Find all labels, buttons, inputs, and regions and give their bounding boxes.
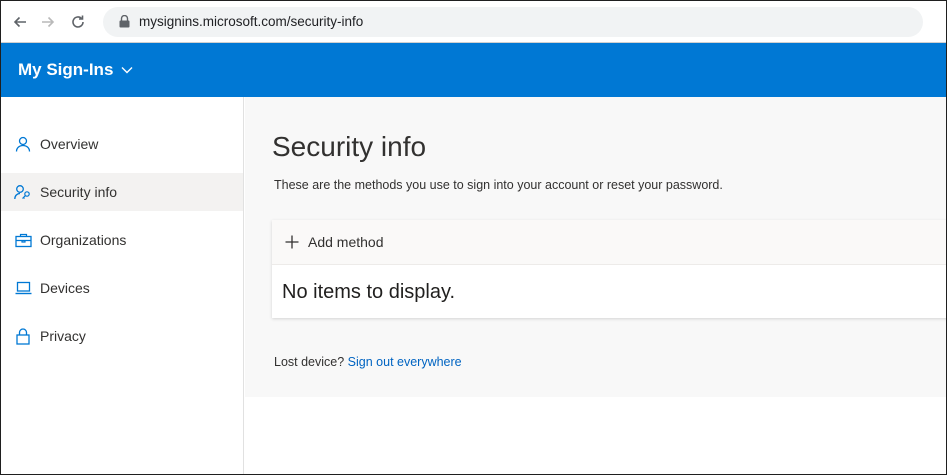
- browser-toolbar: mysignins.microsoft.com/security-info: [1, 1, 946, 43]
- address-url: mysignins.microsoft.com/security-info: [139, 14, 364, 29]
- sidebar-item-label: Privacy: [40, 328, 86, 344]
- sidebar-item-organizations[interactable]: Organizations: [1, 221, 243, 259]
- reload-button[interactable]: [65, 9, 91, 35]
- page-title: Security info: [272, 131, 427, 162]
- address-bar[interactable]: mysignins.microsoft.com/security-info: [103, 6, 923, 37]
- person-key-icon: [14, 183, 32, 201]
- sidebar-item-privacy[interactable]: Privacy: [1, 317, 243, 355]
- arrow-right-icon: [42, 16, 55, 27]
- lost-device-text: Lost device?: [274, 355, 345, 369]
- main-content: Security info These are the methods you …: [245, 97, 946, 397]
- forward-button[interactable]: [35, 9, 61, 35]
- lost-device-row: Lost device? Sign out everywhere: [274, 355, 462, 369]
- chevron-down-icon[interactable]: [121, 64, 133, 76]
- sidebar-item-overview[interactable]: Overview: [1, 125, 243, 163]
- page-description: These are the methods you use to sign in…: [274, 178, 723, 192]
- app-title[interactable]: My Sign-Ins: [18, 60, 113, 80]
- arrow-left-icon: [13, 16, 26, 27]
- sidebar-item-devices[interactable]: Devices: [1, 269, 243, 307]
- person-icon: [14, 135, 32, 153]
- sidebar-item-label: Devices: [40, 280, 90, 296]
- add-method-button[interactable]: Add method: [272, 220, 946, 265]
- sidebar-item-label: Organizations: [40, 232, 127, 248]
- methods-card: Add method No items to display.: [272, 220, 946, 318]
- briefcase-icon: [14, 231, 32, 249]
- lock-icon: [14, 327, 32, 345]
- add-method-label: Add method: [308, 234, 384, 250]
- window-frame: mysignins.microsoft.com/security-info My…: [0, 0, 947, 475]
- app-header: My Sign-Ins: [1, 43, 946, 97]
- sign-out-everywhere-link[interactable]: Sign out everywhere: [348, 355, 462, 369]
- sidebar: Overview Security info Organizations Dev…: [1, 97, 244, 474]
- back-button[interactable]: [7, 9, 33, 35]
- empty-message: No items to display.: [282, 281, 456, 303]
- sidebar-item-label: Security info: [40, 184, 118, 200]
- sidebar-item-security-info[interactable]: Security info: [1, 173, 243, 211]
- plus-icon: [284, 234, 300, 250]
- laptop-icon: [14, 279, 32, 297]
- reload-icon: [72, 15, 84, 28]
- sidebar-item-label: Overview: [40, 136, 99, 152]
- lock-icon: [117, 15, 131, 29]
